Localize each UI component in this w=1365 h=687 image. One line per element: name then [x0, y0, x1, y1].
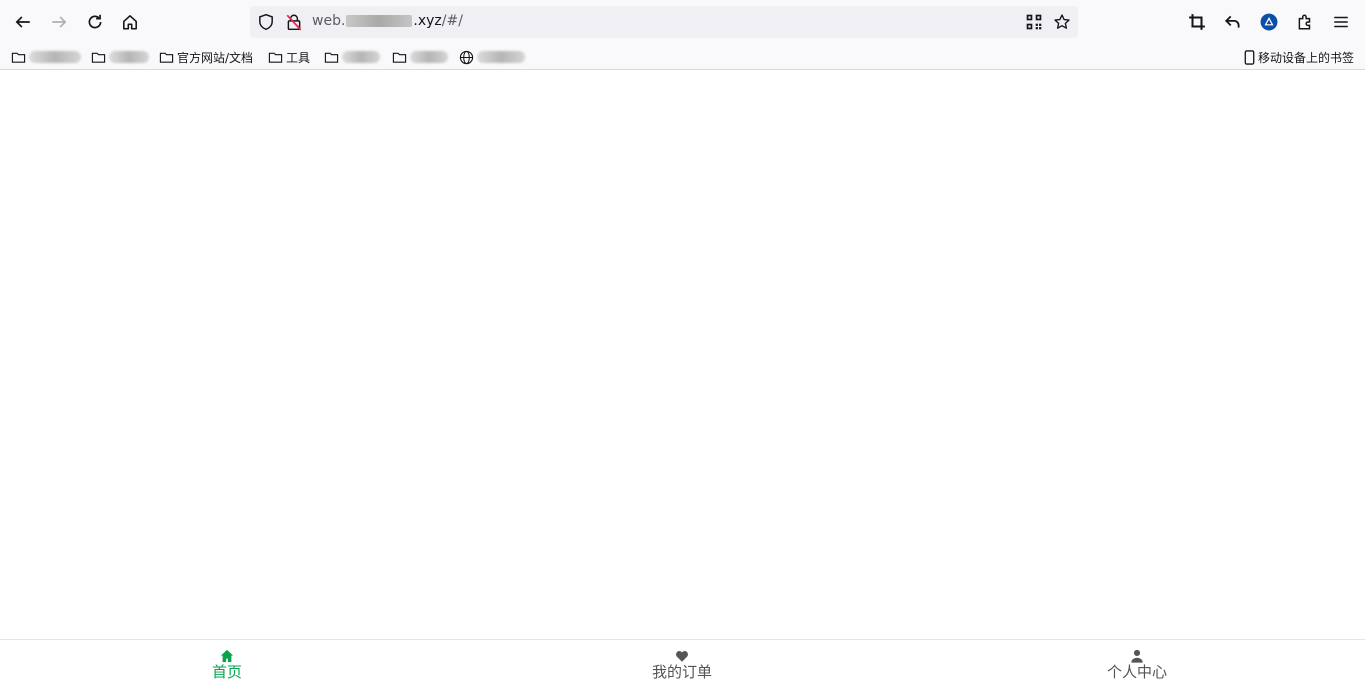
- folder-icon: [91, 52, 106, 63]
- bookmark-label: 工具: [286, 50, 311, 65]
- menu-button[interactable]: [1327, 8, 1355, 36]
- bookmark-label: 移动设备上的书签: [1258, 50, 1355, 65]
- bookmark-folder-tools[interactable]: 工具: [268, 47, 310, 67]
- bookmark-label: 官方网站/文档: [177, 50, 254, 65]
- browser-toolbar: web. .xyz/#/: [0, 0, 1365, 44]
- home-outline-icon: [123, 15, 137, 30]
- insecure-lock-icon[interactable]: [285, 13, 303, 31]
- folder-icon: [268, 52, 283, 63]
- shield-icon[interactable]: [257, 13, 275, 31]
- redacted-bookmark-label: [410, 51, 448, 63]
- star-icon[interactable]: [1053, 13, 1071, 31]
- tab-label: 个人中心: [1106, 663, 1167, 681]
- url-path: /#/: [441, 13, 463, 29]
- qr-code-icon[interactable]: [1025, 13, 1043, 31]
- undo-button[interactable]: [1219, 8, 1247, 36]
- account-icon: [1260, 13, 1278, 31]
- bottom-tabbar: 首页 我的订单 个人中心: [0, 639, 1365, 686]
- url-bar[interactable]: web. .xyz/#/: [250, 6, 1078, 38]
- forward-button[interactable]: [45, 8, 73, 36]
- bookmark-folder-official[interactable]: 官方网站/文档: [159, 47, 253, 67]
- folder-icon: [324, 52, 339, 63]
- bookmark-folder-1[interactable]: [11, 47, 81, 67]
- globe-icon: [459, 50, 474, 64]
- tab-home[interactable]: 首页: [167, 640, 287, 687]
- tab-label: 首页: [211, 663, 242, 681]
- url-text[interactable]: web. .xyz/#/: [312, 13, 463, 29]
- user-icon: [1131, 649, 1143, 663]
- crop-icon: [1189, 14, 1205, 30]
- account-button[interactable]: [1255, 8, 1283, 36]
- redacted-bookmark-label: [477, 51, 525, 63]
- redacted-domain: [346, 15, 413, 27]
- arrow-right-icon: [52, 16, 67, 28]
- folder-icon: [11, 52, 26, 63]
- tab-profile[interactable]: 个人中心: [1077, 640, 1197, 687]
- page-content: [0, 71, 1365, 639]
- bookmark-link-1[interactable]: [459, 47, 525, 67]
- puzzle-icon: [1298, 14, 1311, 30]
- bookmark-folder-3[interactable]: [324, 47, 380, 67]
- redacted-bookmark-label: [29, 51, 81, 63]
- tab-orders[interactable]: 我的订单: [622, 640, 742, 687]
- redacted-bookmark-label: [342, 51, 380, 63]
- arrow-left-icon: [15, 16, 30, 28]
- tab-label: 我的订单: [651, 663, 712, 681]
- redacted-bookmark-label: [109, 51, 149, 63]
- folder-icon: [159, 52, 174, 63]
- reload-button[interactable]: [81, 8, 109, 36]
- extensions-button[interactable]: [1291, 8, 1319, 36]
- heart-icon: [676, 651, 688, 662]
- folder-icon: [392, 52, 407, 63]
- back-button[interactable]: [9, 8, 37, 36]
- mobile-device-icon: [1244, 49, 1255, 65]
- bookmarks-bar: 官方网站/文档 工具 移动设备上的书签: [0, 44, 1365, 70]
- home-icon: [220, 649, 234, 663]
- undo-icon: [1224, 15, 1240, 28]
- hamburger-menu-icon: [1334, 16, 1348, 28]
- screenshot-button[interactable]: [1183, 8, 1211, 36]
- url-suffix: .xyz: [413, 13, 442, 29]
- url-prefix: web.: [312, 13, 346, 29]
- bookmark-folder-2[interactable]: [91, 47, 149, 67]
- reload-icon: [88, 14, 102, 29]
- mobile-bookmarks[interactable]: 移动设备上的书签: [1242, 47, 1354, 67]
- home-button[interactable]: [116, 8, 144, 36]
- bookmark-folder-4[interactable]: [392, 47, 448, 67]
